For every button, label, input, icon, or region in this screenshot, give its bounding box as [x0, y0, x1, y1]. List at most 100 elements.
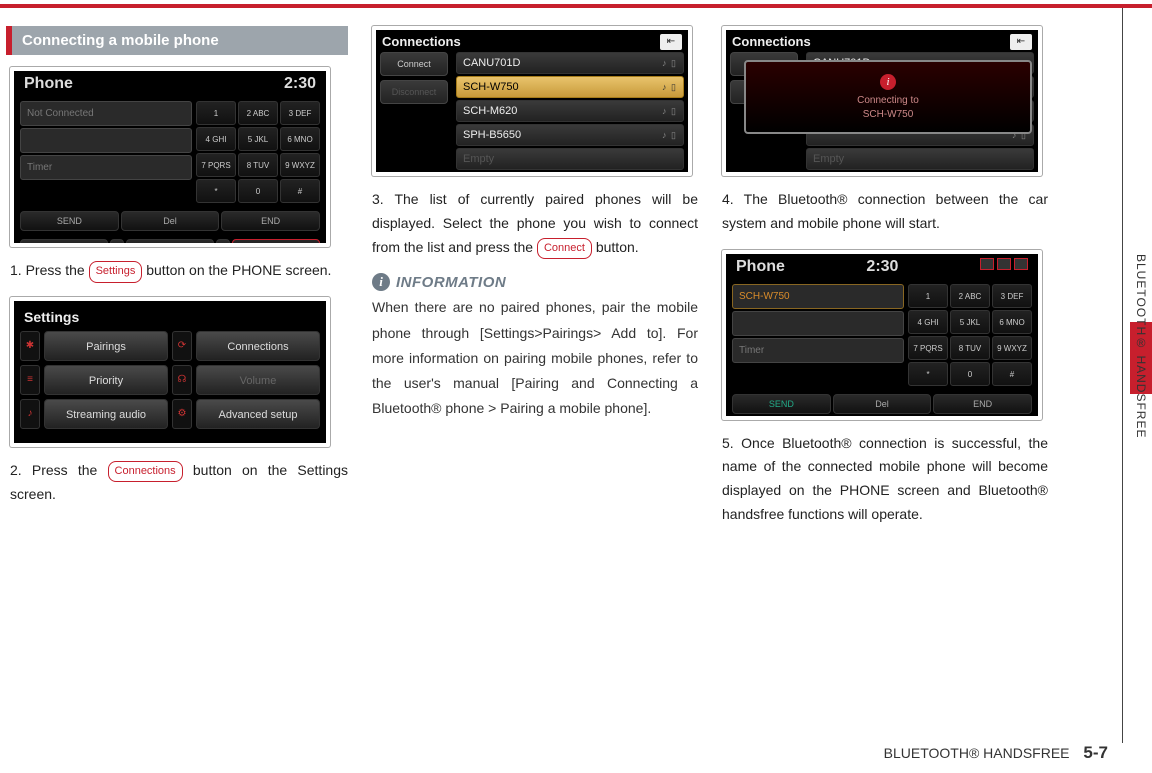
- volume-icon: ☊: [172, 365, 192, 395]
- key: 3 DEF: [992, 284, 1032, 308]
- key: 4 GHI: [908, 310, 948, 334]
- phone-timer-label: Timer: [732, 338, 904, 363]
- section-title: Connecting a mobile phone: [6, 26, 348, 55]
- key: 0: [950, 362, 990, 386]
- settings-advanced: Advanced setup: [196, 399, 320, 429]
- connections-icon: ⟳: [172, 331, 192, 361]
- key: 0: [238, 179, 278, 203]
- audio-phone-icon: ♪ ▯: [662, 130, 677, 141]
- footer-text: BLUETOOTH® HANDSFREE: [884, 745, 1070, 761]
- key: 8 TUV: [950, 336, 990, 360]
- side-label: BLUETOOTH® HANDSFREE: [1134, 254, 1148, 438]
- key: 1: [908, 284, 948, 308]
- phone-status: Not Connected: [20, 101, 192, 126]
- step-5: 5. Once Bluetooth® connection is success…: [722, 432, 1048, 527]
- settings-streaming: Streaming audio: [44, 399, 168, 429]
- settings-pairings: Pairings: [44, 331, 168, 361]
- info-icon: i: [372, 273, 390, 291]
- phone-keypad: 1 2 ABC 3 DEF 4 GHI 5 JKL 6 MNO 7 PQRS 8…: [908, 284, 1032, 386]
- phone-title: Phone: [24, 75, 73, 93]
- conn-item-selected: SCH-W750 ♪ ▯: [456, 76, 684, 98]
- conn-item-label: CANU701D: [463, 57, 520, 69]
- phone-field-blank: [20, 128, 192, 153]
- key: #: [992, 362, 1032, 386]
- phone-time: 2:30: [866, 258, 898, 276]
- inline-connect-button: Connect: [537, 238, 592, 260]
- gear-icon: [216, 239, 230, 247]
- conn-item-label: Empty: [813, 153, 844, 165]
- key: *: [196, 179, 236, 203]
- screenshot-connections: Connections ⇤ Connect Disconnect CANU701…: [372, 26, 692, 176]
- conn-item: CANU701D♪ ▯: [456, 52, 684, 74]
- advanced-icon: ⚙: [172, 399, 192, 429]
- step-1: 1. Press the Settings button on the PHON…: [10, 259, 348, 283]
- key: 3 DEF: [280, 101, 320, 125]
- audio-phone-icon: ♪ ▯: [662, 106, 677, 117]
- settings-title: Settings: [20, 307, 320, 331]
- conn-item: SCH-M620♪ ▯: [456, 100, 684, 122]
- contact-icon: ☎: [110, 239, 124, 247]
- screenshot-phone: Phone 2:30 Not Connected Timer 1 2 ABC 3…: [10, 67, 330, 247]
- phone-end: END: [221, 211, 320, 231]
- popup-line2: SCH-W750: [863, 109, 914, 120]
- phone-timer-label: Timer: [20, 155, 192, 180]
- step-1-text-a: 1. Press the: [10, 262, 89, 278]
- step-3: 3. The list of currently paired phones w…: [372, 188, 698, 259]
- key: 5 JKL: [238, 127, 278, 151]
- key: 1: [196, 101, 236, 125]
- inline-connections-button: Connections: [108, 461, 183, 483]
- settings-connections: Connections: [196, 331, 320, 361]
- settings-priority: Priority: [44, 365, 168, 395]
- phone-title: Phone: [736, 258, 785, 276]
- key: 7 PQRS: [908, 336, 948, 360]
- phone-del: Del: [833, 394, 932, 414]
- column-3: Connections ⇤ Conne Discon CANU701D♪ ▯ ♪…: [710, 26, 1060, 728]
- key: 2 ABC: [238, 101, 278, 125]
- step-1-text-b: button on the PHONE screen.: [142, 262, 331, 278]
- bluetooth-icon: ✱: [20, 331, 40, 361]
- key: 9 WXYZ: [992, 336, 1032, 360]
- conn-item-label: Empty: [463, 153, 494, 165]
- conn-item-label: SCH-W750: [463, 81, 519, 93]
- key: 7 PQRS: [196, 153, 236, 177]
- key: 6 MNO: [992, 310, 1032, 334]
- phone-end: END: [933, 394, 1032, 414]
- screenshot-settings: Settings ✱ Pairings ⟳ Connections ≡ Prio…: [10, 297, 330, 447]
- phone-time: 2:30: [284, 75, 316, 93]
- screenshot-connecting-popup: Connections ⇤ Conne Discon CANU701D♪ ▯ ♪…: [722, 26, 1042, 176]
- key: 5 JKL: [950, 310, 990, 334]
- column-2: Connections ⇤ Connect Disconnect CANU701…: [360, 26, 710, 728]
- inline-settings-button: Settings: [89, 261, 143, 283]
- column-1: Connecting a mobile phone Phone 2:30 Not…: [10, 26, 360, 728]
- key: *: [908, 362, 948, 386]
- phone-contacts: Contacts: [20, 239, 108, 247]
- streaming-icon: ♪: [20, 399, 40, 429]
- key: 6 MNO: [280, 127, 320, 151]
- header-status-icons: [980, 258, 1028, 276]
- phone-private: Private: [126, 239, 214, 247]
- conn-item-empty: Empty: [806, 148, 1034, 170]
- step-2: 2. Press the Connections button on the S…: [10, 459, 348, 507]
- back-icon: ⇤: [1010, 34, 1032, 50]
- step-4: 4. The Bluetooth® connection between the…: [722, 188, 1048, 236]
- popup-info-icon: i: [880, 74, 896, 90]
- step-2-text-a: 2. Press the: [10, 462, 108, 478]
- audio-phone-icon: ♪ ▯: [662, 82, 677, 93]
- key: 2 ABC: [950, 284, 990, 308]
- step-3-text-b: button.: [592, 239, 639, 255]
- key: 4 GHI: [196, 127, 236, 151]
- information-heading: i INFORMATION: [372, 273, 698, 291]
- disconnect-button: Disconnect: [380, 80, 448, 104]
- page-content: Connecting a mobile phone Phone 2:30 Not…: [0, 8, 1152, 728]
- phone-send: SEND: [20, 211, 119, 231]
- key: #: [280, 179, 320, 203]
- key: 9 WXYZ: [280, 153, 320, 177]
- screenshot-phone-connected: Phone 2:30 SCH-W750 Timer 1 2 ABC 3 DEF …: [722, 250, 1042, 420]
- conn-item: SPH-B5650♪ ▯: [456, 124, 684, 146]
- back-icon: ⇤: [660, 34, 682, 50]
- phone-del: Del: [121, 211, 220, 231]
- page-footer: BLUETOOTH® HANDSFREE 5-7: [0, 743, 1122, 763]
- information-body: When there are no paired phones, pair th…: [372, 295, 698, 421]
- key: 8 TUV: [238, 153, 278, 177]
- phone-connected-name: SCH-W750: [732, 284, 904, 309]
